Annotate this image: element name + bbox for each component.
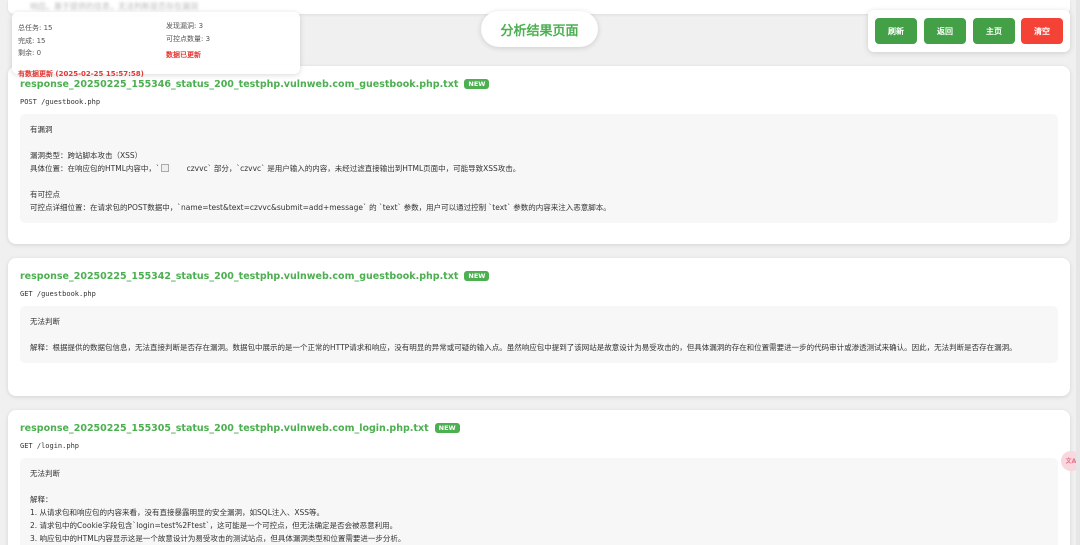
card-file-link[interactable]: response_20250225_155346_status_200_test…: [20, 79, 458, 90]
new-badge: NEW: [464, 270, 490, 282]
broken-image-icon: [160, 164, 169, 172]
data-updated-label: 数据已更新: [166, 51, 201, 59]
card-header: response_20250225_155346_status_200_test…: [20, 76, 1058, 92]
controllable-count: 可控点数量: 3: [166, 34, 211, 43]
vuln-location: 具体位置：在响应包的HTML内容中，` czvvc` 部分，`czvvc` 是用户…: [30, 164, 521, 173]
result-card: response_20250225_155346_status_200_test…: [8, 66, 1070, 244]
remaining-tasks: 剩余: 0: [18, 49, 42, 57]
request-line: POST /guestbook.php: [20, 98, 101, 106]
analysis-result: 无法判断 解释：根据提供的数据包信息，无法直接判断是否存在漏洞。数据包中展示的是…: [20, 306, 1058, 363]
verdict: 有漏洞: [30, 125, 53, 134]
explanation: 解释：根据提供的数据包信息，无法直接判断是否存在漏洞。数据包中展示的是一个正常的…: [30, 343, 1017, 352]
back-button[interactable]: 返回: [924, 18, 966, 44]
vuln-type: 漏洞类型：跨站脚本攻击（XSS）: [30, 151, 143, 160]
card-file-link[interactable]: response_20250225_155342_status_200_test…: [20, 271, 458, 282]
vulns-found: 发现漏洞: 3: [166, 22, 204, 30]
refresh-button[interactable]: 刷新: [875, 18, 917, 44]
result-card: response_20250225_155305_status_200_test…: [8, 410, 1070, 545]
request-line: GET /guestbook.php: [20, 290, 96, 298]
analysis-result: 无法判断 解释： 1. 从请求包和响应包的内容来看，没有直接暴露明显的安全漏洞，…: [20, 458, 1058, 545]
card-header: response_20250225_155305_status_200_test…: [20, 420, 1058, 436]
new-badge: NEW: [464, 78, 490, 90]
task-counts: 总任务: 15 完成: 15 剩余: 0: [18, 22, 53, 60]
page-title: 分析结果页面: [481, 11, 598, 47]
verdict: 无法判断: [30, 469, 60, 478]
explanation-item: 2. 请求包中的Cookie字段包含`login=test%2Ftest`，这可…: [30, 521, 398, 530]
analysis-result: 有漏洞 漏洞类型：跨站脚本攻击（XSS） 具体位置：在响应包的HTML内容中，`…: [20, 114, 1058, 223]
previous-card-text: 响应。基于提供的信息，无法判断是否存在漏洞: [30, 2, 198, 11]
controllable-verdict: 有可控点: [30, 190, 60, 199]
task-status-panel: 总任务: 15 完成: 15 剩余: 0 发现漏洞: 3 可控点数量: 3 数据…: [12, 12, 300, 74]
card-header: response_20250225_155342_status_200_test…: [20, 268, 1058, 284]
explanation-item: 1. 从请求包和响应包的内容来看，没有直接暴露明显的安全漏洞，如SQL注入、XS…: [30, 508, 325, 517]
action-button-bar: 刷新 返回 主页 清空: [868, 10, 1070, 52]
result-card: response_20250225_155342_status_200_test…: [8, 258, 1070, 396]
explanation-item: 3. 响应包中的HTML内容显示这是一个故意设计为易受攻击的测试站点，但具体漏洞…: [30, 534, 406, 543]
completed-tasks: 完成: 15: [18, 36, 46, 45]
home-button[interactable]: 主页: [973, 18, 1015, 44]
new-badge: NEW: [434, 422, 460, 434]
update-notice: 有数据更新 (2025-02-25 15:57:58): [18, 70, 144, 78]
page-scrollbar[interactable]: [1076, 0, 1080, 545]
request-line: GET /login.php: [20, 442, 80, 450]
controllable-detail: 可控点详细位置：在请求包的POST数据中，`name=test&text=czv…: [30, 203, 611, 212]
card-file-link[interactable]: response_20250225_155305_status_200_test…: [20, 423, 429, 434]
verdict: 无法判断: [30, 317, 60, 326]
clear-button[interactable]: 清空: [1021, 18, 1063, 44]
vuln-counts: 发现漏洞: 3 可控点数量: 3 数据已更新: [166, 20, 210, 62]
explanation-label: 解释：: [30, 495, 53, 504]
total-tasks: 总任务: 15: [18, 24, 53, 32]
